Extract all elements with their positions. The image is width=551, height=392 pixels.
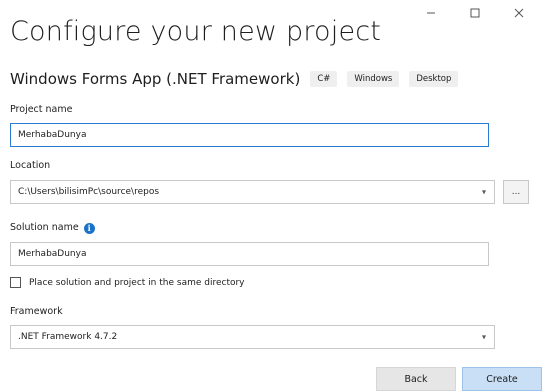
maximize-button[interactable] [453,2,497,24]
tag-language: C# [310,71,338,87]
chevron-down-icon[interactable]: ▾ [482,333,486,342]
close-icon [514,8,524,18]
project-name-input[interactable]: MerhabaDunya [10,123,489,147]
template-name: Windows Forms App (.NET Framework) [10,70,301,88]
same-directory-checkbox[interactable] [10,277,21,288]
same-directory-label: Place solution and project in the same d… [29,277,245,288]
back-button[interactable]: Back [376,367,456,391]
close-button[interactable] [497,2,541,24]
chevron-down-icon[interactable]: ▾ [482,188,486,197]
browse-button[interactable]: ... [503,180,529,204]
page-title: Configure your new project [10,16,382,47]
framework-select[interactable]: .NET Framework 4.7.2 ▾ [10,325,495,349]
framework-label: Framework [10,306,63,317]
minimize-button[interactable] [409,2,453,24]
maximize-icon [470,8,480,18]
solution-name-input[interactable]: MerhabaDunya [10,242,489,266]
tag-platform: Windows [347,71,400,87]
location-value: C:\Users\bilisimPc\source\repos [18,187,160,197]
project-name-value: MerhabaDunya [18,130,87,140]
same-directory-option[interactable]: Place solution and project in the same d… [10,277,245,288]
template-info: Windows Forms App (.NET Framework) C# Wi… [10,70,459,88]
info-icon[interactable]: i [83,222,95,234]
tag-project-type: Desktop [409,71,459,87]
location-combobox[interactable]: C:\Users\bilisimPc\source\repos ▾ [10,180,495,204]
project-name-label: Project name [10,104,73,115]
framework-value: .NET Framework 4.7.2 [18,332,118,342]
create-button[interactable]: Create [462,367,542,391]
solution-name-value: MerhabaDunya [18,249,87,259]
location-label: Location [10,160,51,171]
solution-name-label-row: Solution name i [10,222,95,234]
minimize-icon [427,12,435,14]
solution-name-label: Solution name [10,222,79,233]
window-controls [409,2,541,24]
